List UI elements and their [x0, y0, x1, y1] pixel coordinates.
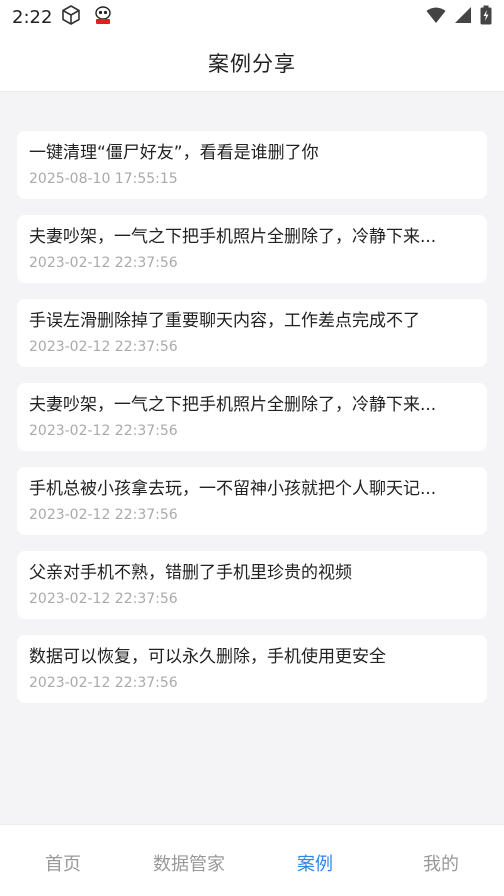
nav-item-home[interactable]: 首页: [0, 846, 126, 876]
case-date: 2023-02-12 22:37:56: [29, 507, 178, 523]
status-bar: 2:22: [0, 0, 504, 34]
case-date: 2023-02-12 22:37:56: [29, 591, 178, 607]
case-title: 父亲对手机不熟，错删了手机里珍贵的视频: [29, 563, 352, 583]
box-icon: [60, 4, 82, 30]
case-date: 2023-02-12 22:37:56: [29, 423, 178, 439]
battery-icon: [480, 5, 492, 29]
page-title: 案例分享: [208, 51, 296, 76]
screen: 2:22 案例分享 一键清理“僵尸好友”，看看是谁删了你 2025-08-10 …: [0, 0, 504, 896]
nav-item-cases[interactable]: 案例: [252, 846, 378, 876]
status-time: 2:22: [12, 6, 53, 28]
case-card[interactable]: 一键清理“僵尸好友”，看看是谁删了你 2025-08-10 17:55:15: [17, 131, 487, 199]
case-title: 手误左滑删除掉了重要聊天内容，工作差点完成不了: [29, 311, 420, 331]
signal-icon: [454, 6, 472, 28]
case-date: 2023-02-12 22:37:56: [29, 255, 178, 271]
header: 案例分享: [0, 34, 504, 92]
case-title: 夫妻吵架，一气之下把手机照片全删除了，冷静下来...: [29, 227, 437, 247]
app-notification-icon: [92, 4, 114, 30]
nav-item-mine[interactable]: 我的: [378, 846, 504, 876]
case-title: 一键清理“僵尸好友”，看看是谁删了你: [29, 143, 319, 163]
case-card[interactable]: 数据可以恢复，可以永久删除，手机使用更安全 2023-02-12 22:37:5…: [17, 635, 487, 703]
case-date: 2023-02-12 22:37:56: [29, 339, 178, 355]
case-date: 2025-08-10 17:55:15: [29, 171, 178, 187]
case-card[interactable]: 夫妻吵架，一气之下把手机照片全删除了，冷静下来... 2023-02-12 22…: [17, 383, 487, 451]
case-title: 夫妻吵架，一气之下把手机照片全删除了，冷静下来...: [29, 395, 437, 415]
case-title: 数据可以恢复，可以永久删除，手机使用更安全: [29, 647, 386, 667]
case-card[interactable]: 夫妻吵架，一气之下把手机照片全删除了，冷静下来... 2023-02-12 22…: [17, 215, 487, 283]
bottom-nav: 首页 数据管家 案例 我的: [0, 824, 504, 896]
nav-item-data-manager[interactable]: 数据管家: [126, 846, 252, 876]
case-card[interactable]: 手机总被小孩拿去玩，一不留神小孩就把个人聊天记... 2023-02-12 22…: [17, 467, 487, 535]
case-card[interactable]: 手误左滑删除掉了重要聊天内容，工作差点完成不了 2023-02-12 22:37…: [17, 299, 487, 367]
case-card[interactable]: 父亲对手机不熟，错删了手机里珍贵的视频 2023-02-12 22:37:56: [17, 551, 487, 619]
wifi-icon: [426, 6, 446, 28]
case-title: 手机总被小孩拿去玩，一不留神小孩就把个人聊天记...: [29, 479, 437, 499]
case-date: 2023-02-12 22:37:56: [29, 675, 178, 691]
case-list: 一键清理“僵尸好友”，看看是谁删了你 2025-08-10 17:55:15 夫…: [17, 131, 487, 703]
